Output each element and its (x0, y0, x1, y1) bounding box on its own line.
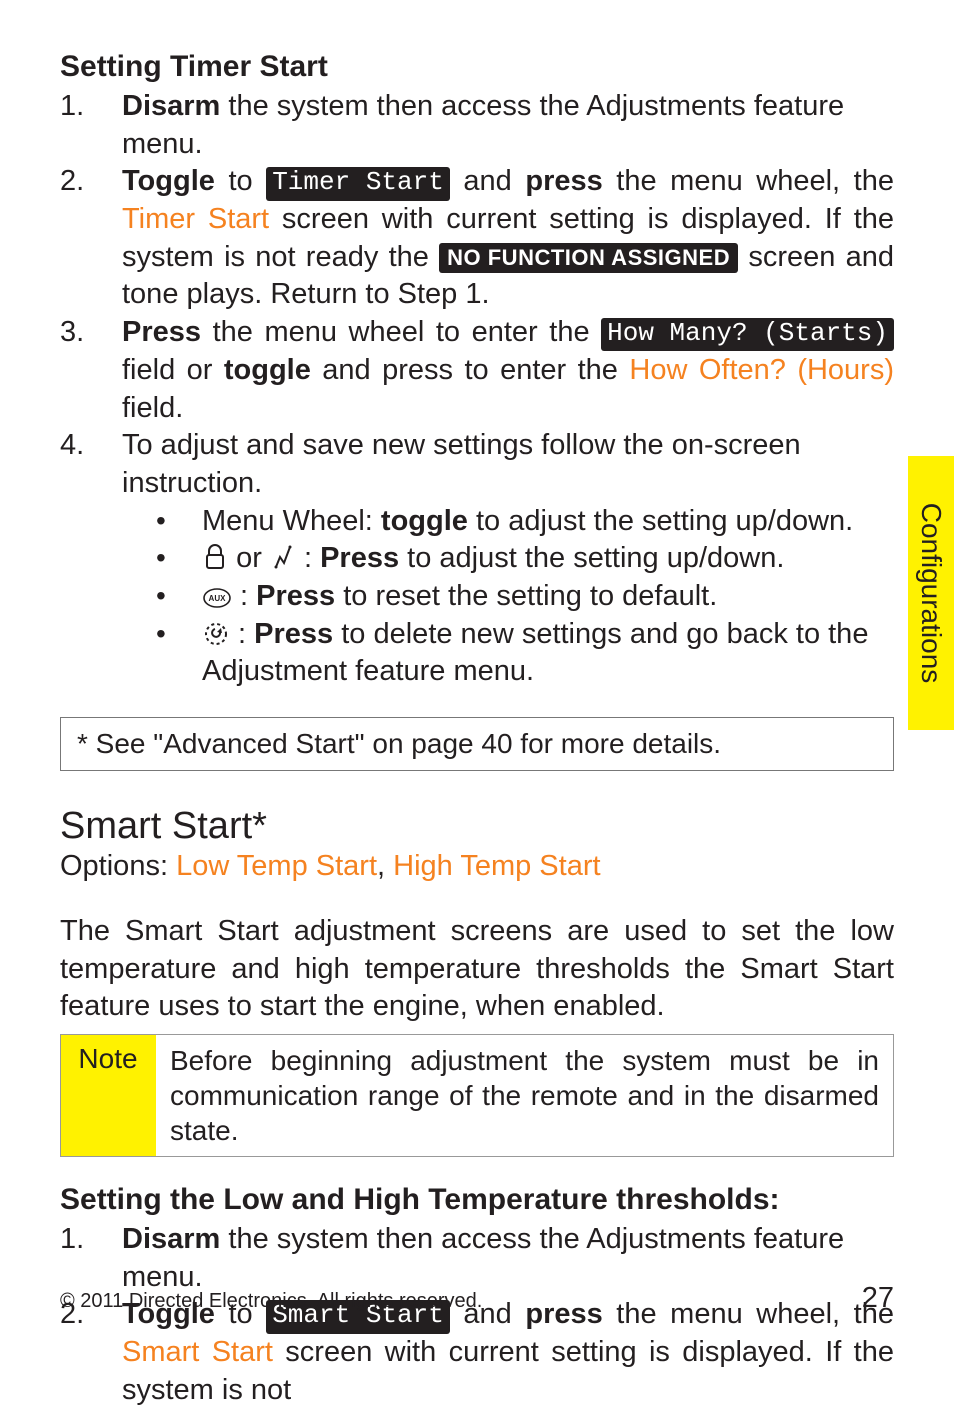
step-number: 3. (60, 314, 122, 427)
page-number: 27 (862, 1282, 894, 1315)
step-number: 1. (60, 88, 122, 163)
subhead-setting-timer-start: Setting Timer Start (60, 50, 894, 84)
step-body: Press the menu wheel to enter the How Ma… (122, 314, 894, 427)
tag-no-function-assigned: NO FUNCTION ASSIGNED (439, 243, 738, 273)
note-box: Note Before beginning adjustment the sys… (60, 1034, 894, 1157)
note-label: Note (61, 1035, 156, 1156)
side-tab-configurations: Configurations (908, 456, 954, 730)
subhead-setting-temp-thresholds: Setting the Low and High Temperature thr… (60, 1183, 894, 1217)
footnote-advanced-start: * See "Advanced Start" on page 40 for mo… (60, 717, 894, 771)
step-number: 2. (60, 163, 122, 314)
step-number: 4. (60, 427, 122, 691)
tag-how-many-starts: How Many? (Starts) (601, 318, 894, 351)
sub-bullets: Menu Wheel: toggle to adjust the setting… (122, 503, 894, 691)
lock-icon (202, 543, 228, 571)
function-icon (202, 621, 230, 647)
copyright: © 2011 Directed Electronics. All rights … (60, 1290, 482, 1313)
aux-icon: AUX (202, 587, 232, 609)
svg-text:AUX: AUX (209, 594, 227, 603)
steps-smart-start: 1. Disarm the system then access the Adj… (60, 1221, 894, 1409)
step-body: Toggle to Timer Start and press the menu… (122, 163, 894, 314)
remote-start-icon (270, 543, 296, 571)
step-body: Disarm the system then access the Adjust… (122, 88, 894, 163)
tag-timer-start: Timer Start (266, 167, 450, 200)
side-tab-label: Configurations (915, 503, 947, 684)
step-body: To adjust and save new settings follow t… (122, 427, 894, 691)
bullet-menu-wheel: Menu Wheel: toggle to adjust the setting… (122, 503, 894, 541)
bullet-aux: AUX : Press to reset the setting to defa… (122, 578, 894, 616)
heading-smart-start: Smart Start* (60, 805, 894, 848)
note-body: Before beginning adjustment the system m… (156, 1035, 893, 1156)
smart-start-description: The Smart Start adjustment screens are u… (60, 913, 894, 1026)
page-content: Setting Timer Start 1. Disarm the system… (0, 0, 954, 1410)
bullet-lock-start: or : Press to adjust the setting up/down… (122, 540, 894, 578)
steps-timer-start: 1. Disarm the system then access the Adj… (60, 88, 894, 691)
page-footer: © 2011 Directed Electronics. All rights … (60, 1282, 894, 1315)
bullet-function: : Press to delete new settings and go ba… (122, 616, 894, 691)
options-line: Options: Low Temp Start, High Temp Start (60, 850, 894, 883)
